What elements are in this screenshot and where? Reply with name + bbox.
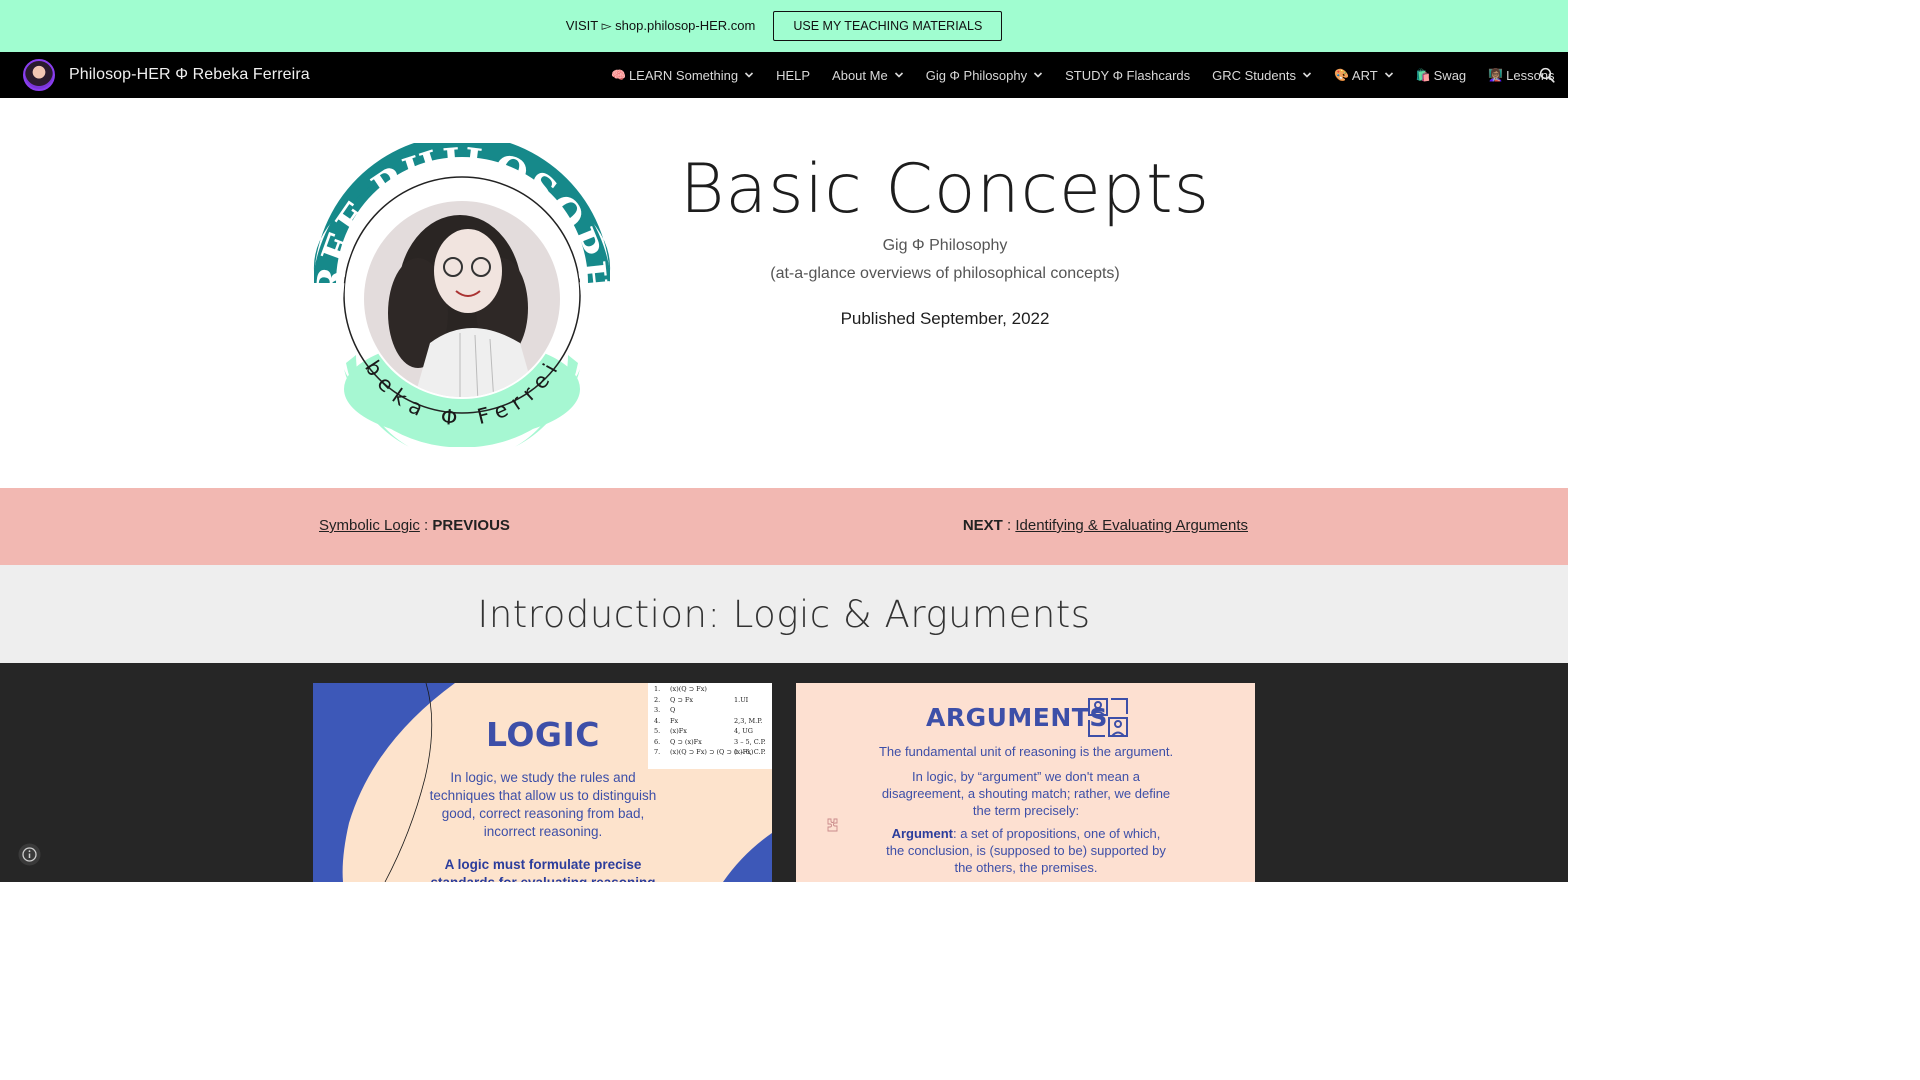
chevron-down-icon[interactable] [1384,70,1394,80]
proof-formula: Q [670,706,676,714]
chevron-down-icon[interactable] [744,70,754,80]
nav-item-label: LEARN Something [628,67,739,83]
teaching-materials-button[interactable]: USE MY TEACHING MATERIALS [773,11,1003,41]
nav-item-study-flashcards[interactable]: STUDY Φ Flashcards [1065,68,1190,83]
proof-rule: 2,3, M.P. [734,716,763,725]
nav-item-emoji: 🛍️ [1415,68,1431,82]
proof-line-number: 4. [654,716,661,725]
proof-line-number: 6. [654,737,661,746]
next-label: NEXT [962,517,1003,534]
proof-rule: 3 – 5, C.P. [734,737,766,746]
people-network-icon [1088,698,1128,737]
proof-line-number: 7. [654,748,661,756]
nav-item-emoji: 👩🏽‍🏫 [1488,68,1504,82]
proof-line-number: 5. [654,727,661,735]
info-icon[interactable] [18,843,41,866]
proof-line-number: 3. [654,706,661,714]
proof-formula: Q ⊃ Fx [670,695,694,704]
nav-item-about-me[interactable]: About Me [832,68,904,83]
arguments-card-title: ARGUMENTS [926,703,1108,732]
top-navbar: Philosop-HER Φ Rebeka Ferreira 🧠 LEARN So… [0,52,1568,98]
logic-card-title: LOGIC [486,715,600,754]
proof-rule: 1.UI [734,695,749,704]
site-logo[interactable] [23,59,55,91]
page-subtitle: Gig Φ Philosophy [882,237,1008,254]
nav-item-label: HELP [776,67,811,83]
logic-card[interactable]: 1. (x)(Q ⊃ Fx) 2. Q ⊃ Fx 1.UI 3. Q 4. Fx 2,3, M.P… [313,683,772,882]
nav-item-help[interactable]: HELP [776,68,810,83]
section-header: Introduction: Logic & Arguments [0,565,1568,663]
nav-item-label: STUDY Φ Flashcards [1065,67,1191,83]
nav-item-label: Swag [1433,67,1467,83]
proof-image: 1. (x)(Q ⊃ Fx) 2. Q ⊃ Fx 1.UI 3. Q 4. Fx 2,3, M.P… [648,683,772,769]
arguments-card-intro: The fundamental unit of reasoning is the… [878,744,1174,759]
chevron-down-icon[interactable] [1302,70,1312,80]
nav-item-learn-something[interactable]: 🧠 LEARN Something [611,68,754,83]
nav-item-emoji: 🧠 [611,68,626,82]
next-separator: : [1002,517,1016,534]
arguments-card[interactable]: ARGUMENTS The fundamental unit of reason… [796,683,1255,882]
proof-rule: 4, UG [734,727,753,735]
proof-formula: (x)(Q ⊃ Fx) [670,685,707,693]
previous-separator: : [419,517,433,534]
nav-item-label: ART [1351,67,1378,83]
proof-formula: (x)Fx [670,727,687,735]
page-title: Basic Concepts [679,150,1211,229]
announcement-bar: VISIT ▻ shop.philosop-HER.com USE MY TEA… [0,0,1568,52]
published-date: Published September, 2022 [840,309,1050,328]
nav-item-grc-students[interactable]: GRC Students [1212,68,1312,83]
nav-item-label: GRC Students [1212,67,1296,83]
proof-rule: 1 – 6, C.P. [734,748,766,756]
chevron-down-icon[interactable] [1033,70,1043,80]
arguments-card-definition: Argument: a set of propositions, one of … [881,825,1171,876]
free-philosophy-emblem: FREE PHILOSOPHY Rebeka Φ Ferreira [310,143,614,447]
nav-menu: 🧠 LEARN Something HELP About Me Gig Φ Philos… [611,52,1577,98]
next-nav: NEXT : Identifying & Evaluating Argument… [963,517,1248,534]
nav-item-label: Gig Φ Philosophy [925,67,1028,83]
proof-formula: Fx [670,716,679,725]
nav-item-label: About Me [832,67,888,83]
chevron-down-icon[interactable] [894,70,904,80]
logic-card-body: In logic, we study the rules and techniq… [429,770,657,839]
pager-band: Symbolic Logic : PREVIOUS NEXT : Identif… [0,488,1568,565]
next-link[interactable]: Identifying & Evaluating Arguments [1015,517,1248,534]
nav-item-art[interactable]: 🎨 ART [1334,68,1394,83]
argument-term: Argument [891,826,953,841]
page-description: (at-a-glance overviews of philosophical … [770,265,1120,282]
puzzle-icon [827,818,838,832]
proof-line-number: 2. [654,695,661,704]
proof-formula: Q ⊃ (x)Fx [670,737,702,746]
site-title[interactable]: Philosop-HER Φ Rebeka Ferreira [69,66,310,84]
announcement-text: VISIT ▻ shop.philosop-HER.com [565,18,756,33]
previous-link[interactable]: Symbolic Logic [319,517,420,534]
search-icon[interactable] [1538,66,1556,84]
logic-card-emphasis: A logic must formulate precise standards… [430,857,655,882]
nav-item-gig-philosophy[interactable]: Gig Φ Philosophy [926,68,1043,83]
arguments-card-body: In logic, by “argument” we don't mean a … [881,769,1171,818]
card-gallery: 1. (x)(Q ⊃ Fx) 2. Q ⊃ Fx 1.UI 3. Q 4. Fx 2,3, M.P… [0,663,1568,882]
previous-nav: Symbolic Logic : PREVIOUS [319,517,510,534]
nav-item-swag[interactable]: 🛍️ Swag [1416,68,1466,83]
section-title: Introduction: Logic & Arguments [477,593,1091,636]
previous-label: PREVIOUS [432,517,510,534]
proof-line-number: 1. [654,685,661,693]
nav-item-emoji: 🎨 [1333,68,1349,82]
